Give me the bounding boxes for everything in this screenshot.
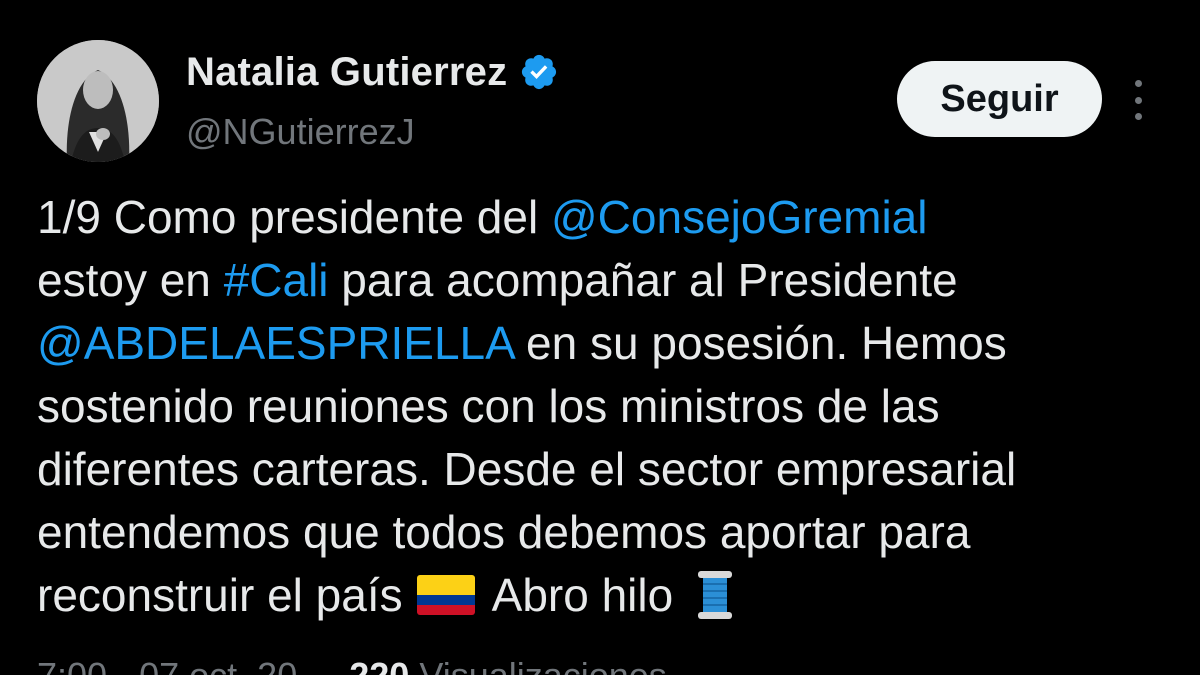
mention-link[interactable]: @ABDELAESPRIELLA — [37, 317, 513, 369]
author-handle[interactable]: @NGutierrezJ — [186, 111, 415, 153]
tweet-text-line: sostenido reuniones con los ministros de… — [37, 375, 1177, 438]
colombia-flag-icon — [417, 575, 476, 615]
tweet-text-segment: en su posesión. Hemos — [513, 317, 1007, 369]
tweet-card: Natalia Gutierrez @NGutierrezJ Seguir 1/… — [0, 0, 1200, 675]
more-dot — [1134, 96, 1142, 104]
tweet-text: 1/9 Como presidente del @ConsejoGremial e… — [37, 186, 1177, 627]
tweet-text-segment: Abro hilo — [481, 569, 686, 621]
avatar[interactable] — [37, 40, 159, 162]
tweet-text-line: estoy en #Cali para acompañar al Preside… — [37, 249, 1177, 312]
tweet-text-segment: reconstruir el país — [37, 569, 416, 621]
avatar-photo — [37, 40, 159, 162]
tweet-text-segment: entendemos que todos debemos aportar par… — [37, 506, 971, 558]
mention-link[interactable]: @ConsejoGremial — [551, 191, 928, 243]
more-dot — [1134, 80, 1142, 87]
more-vertical-icon[interactable] — [1126, 80, 1150, 120]
tweet-text-line: 1/9 Como presidente del @ConsejoGremial — [37, 186, 1177, 249]
author-name-row: Natalia Gutierrez — [186, 46, 559, 98]
tweet-text-segment: para acompañar al Presidente — [328, 254, 958, 306]
meta-separator: · — [327, 655, 349, 675]
tweet-text-line: reconstruir el país Abro hilo — [37, 564, 1177, 627]
tweet-text-line: diferentes carteras. Desde el sector emp… — [37, 438, 1177, 501]
tweet-date[interactable]: 07 oct. 20.. — [139, 655, 317, 675]
tweet-text-segment: diferentes carteras. Desde el sector emp… — [37, 443, 1017, 495]
tweet-text-line: @ABDELAESPRIELLA en su posesión. Hemos — [37, 312, 1177, 375]
tweet-text-segment: estoy en — [37, 254, 224, 306]
tweet-text-line: entendemos que todos debemos aportar par… — [37, 501, 1177, 564]
meta-separator: · — [117, 655, 139, 675]
thread-spool-icon — [697, 571, 732, 619]
tweet-text-segment: 1/9 Como presidente del — [37, 191, 551, 243]
views-label: Visualizaciones — [419, 655, 666, 675]
follow-button[interactable]: Seguir — [897, 61, 1102, 137]
author-display-name[interactable]: Natalia Gutierrez — [186, 50, 507, 95]
hashtag-link[interactable]: #Cali — [224, 254, 329, 306]
more-dot — [1134, 113, 1142, 120]
tweet-text-segment: sostenido reuniones con los ministros de… — [37, 380, 940, 432]
views-count: 220 — [349, 655, 409, 675]
tweet-meta: 7:00 · 07 oct. 20.. · 220 Visualizacione… — [37, 655, 667, 675]
tweet-time[interactable]: 7:00 — [37, 655, 107, 675]
verified-badge-icon — [522, 54, 557, 90]
